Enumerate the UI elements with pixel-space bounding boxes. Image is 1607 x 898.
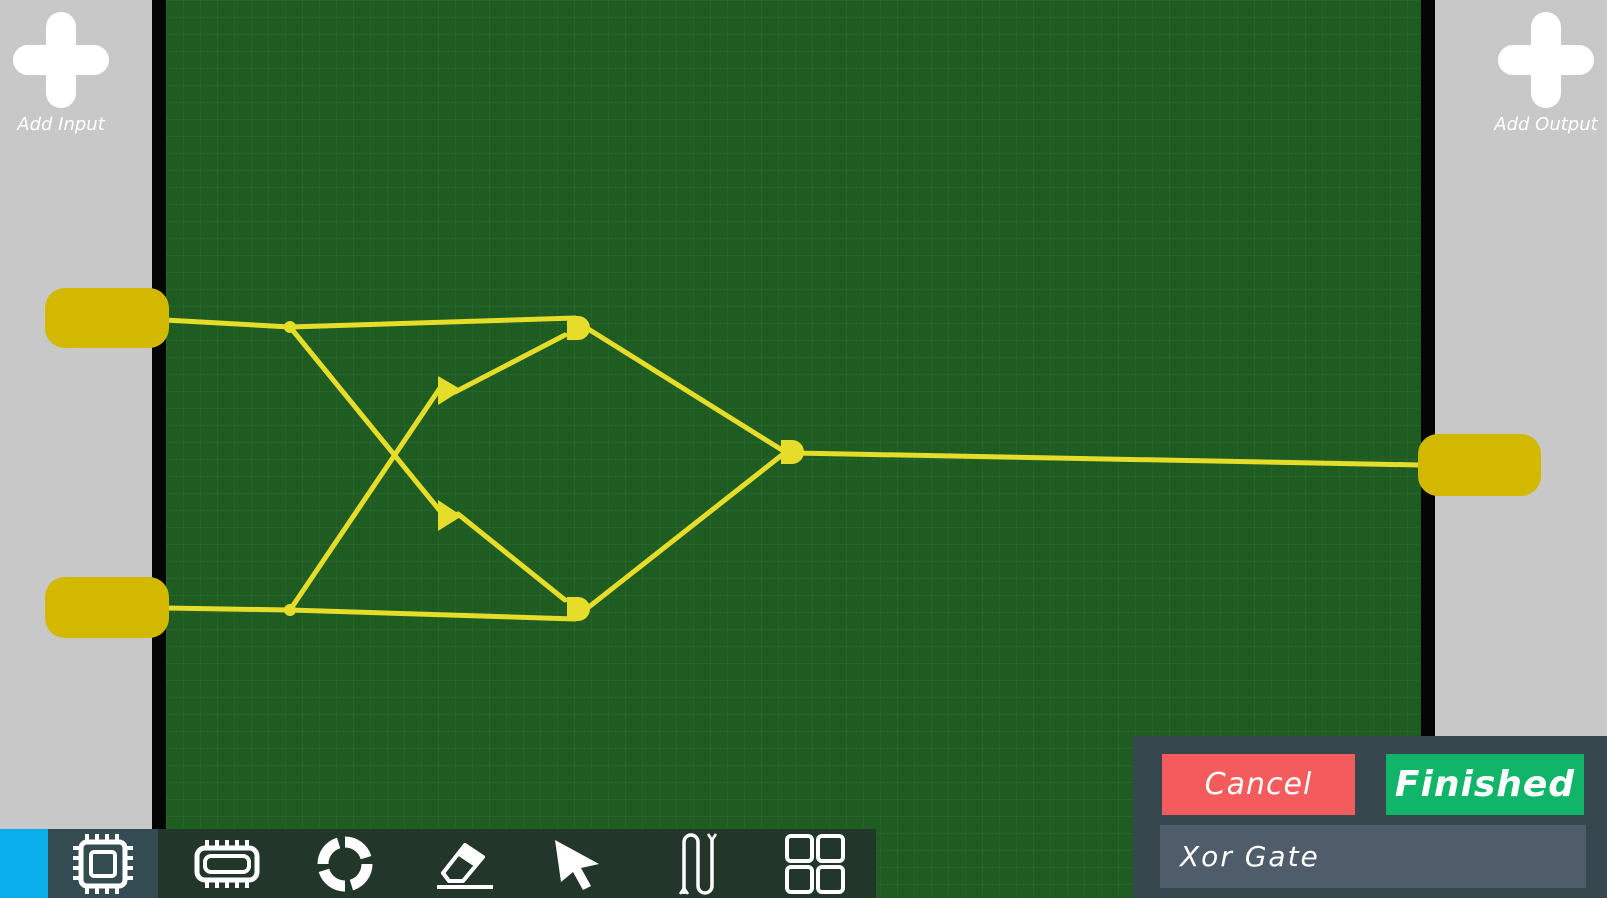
chip-tool-button[interactable] [48, 829, 158, 898]
add-output-button[interactable]: Add Output [1491, 12, 1601, 135]
wire-tool-button[interactable] [644, 829, 754, 898]
wire-input-bottom [162, 605, 578, 622]
finished-button[interactable]: Finished [1386, 754, 1584, 815]
wide-chip-tool-button[interactable] [172, 829, 282, 898]
wire-and-bottom-out [582, 452, 785, 613]
wire-gate-top-in [452, 332, 568, 395]
wire-gate-bottom-in [455, 511, 568, 603]
save-chip-panel: Cancel Finished Xor Gate [1133, 736, 1607, 898]
input-pin-a[interactable] [45, 288, 169, 348]
eraser-tool-button[interactable] [410, 829, 520, 898]
select-tool-button[interactable] [522, 829, 632, 898]
ring-icon [317, 836, 373, 891]
chip-icon [73, 833, 133, 894]
cursor-icon [555, 839, 599, 890]
wire-input-top [162, 315, 578, 330]
add-input-button[interactable]: Add Input [6, 12, 116, 135]
wide-chip-icon [194, 839, 260, 888]
and-gate-bottom [567, 597, 590, 621]
toolbar [0, 829, 876, 898]
plus-icon [13, 12, 109, 108]
cancel-button[interactable]: Cancel [1162, 754, 1355, 815]
ring-tool-button[interactable] [290, 829, 400, 898]
plus-icon [1498, 12, 1594, 108]
grid-icon [785, 833, 845, 894]
and-gate-top [567, 316, 590, 340]
or-gate [781, 440, 804, 464]
add-output-label: Add Output [1494, 114, 1598, 135]
grid-tool-button[interactable] [760, 829, 870, 898]
input-pin-b[interactable] [45, 577, 169, 638]
chip-name-input[interactable]: Xor Gate [1160, 825, 1586, 888]
wire-icon [678, 832, 718, 895]
wire-and-top-out [582, 324, 785, 453]
wire-cross-a [287, 324, 448, 520]
eraser-icon [437, 842, 493, 889]
not-gate-top [438, 376, 462, 405]
add-input-label: Add Input [17, 114, 105, 135]
output-pin[interactable] [1418, 434, 1541, 496]
not-gate-bottom [438, 500, 462, 531]
wire-junction [284, 321, 296, 333]
wire-junction [284, 604, 296, 616]
toolbar-accent [0, 829, 48, 898]
wire-output [792, 450, 1423, 468]
